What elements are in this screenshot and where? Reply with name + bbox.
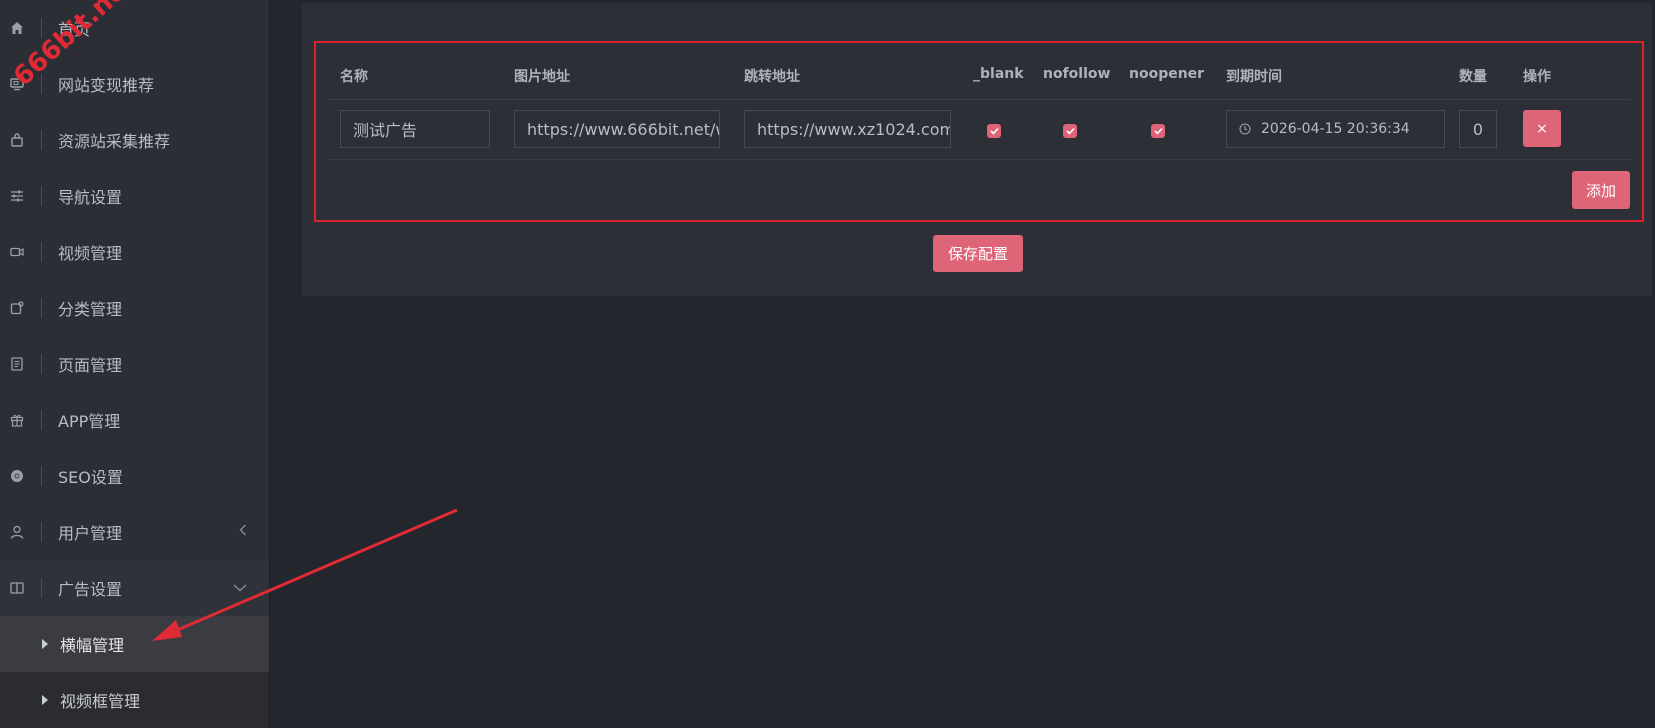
separator <box>41 186 42 206</box>
sidebar-item-label: 视频管理 <box>58 244 123 263</box>
sidebar-item-label: SEO设置 <box>58 468 123 487</box>
sidebar-item-category[interactable]: 分类管理 <box>0 280 269 336</box>
video-icon <box>9 244 25 260</box>
separator <box>41 354 42 374</box>
gift-icon <box>9 412 25 428</box>
sidebar-item-users[interactable]: 用户管理 <box>0 504 269 560</box>
sidebar-item-home[interactable]: 首页 <box>0 0 269 56</box>
sidebar-item-label: 导航设置 <box>58 188 123 207</box>
sidebar-item-pages[interactable]: 页面管理 <box>0 336 269 392</box>
sidebar-item-seo[interactable]: SEO设置 <box>0 448 269 504</box>
sidebar-item-collect[interactable]: 资源站采集推荐 <box>0 112 269 168</box>
blank-checkbox[interactable] <box>987 124 1001 138</box>
separator <box>41 410 42 430</box>
noopener-checkbox[interactable] <box>1151 124 1165 138</box>
table-header: 名称 图片地址 跳转地址 _blank nofollow noopener 到期… <box>316 43 1642 99</box>
add-row-button[interactable]: 添加 <box>1572 171 1630 209</box>
delete-row-button[interactable]: × <box>1523 110 1561 147</box>
sidebar-item-label: 首页 <box>58 20 91 39</box>
book-icon <box>9 580 25 596</box>
header-count: 数量 <box>1459 69 1487 85</box>
sidebar-item-video[interactable]: 视频管理 <box>0 224 269 280</box>
separator <box>41 578 42 598</box>
ad-table: 名称 图片地址 跳转地址 _blank nofollow noopener 到期… <box>314 41 1644 222</box>
header-actions: 操作 <box>1523 69 1551 85</box>
sidebar-item-label: APP管理 <box>58 412 121 431</box>
home-icon <box>9 20 25 36</box>
expire-datetime-input[interactable]: 2026-04-15 20:36:34 <box>1226 110 1445 148</box>
sidebar-subitem-banner[interactable]: 横幅管理 <box>0 616 269 672</box>
main-panel: 名称 图片地址 跳转地址 _blank nofollow noopener 到期… <box>302 3 1652 296</box>
count-input[interactable]: 0 <box>1459 110 1497 148</box>
user-icon <box>9 524 25 540</box>
chevron-down-icon <box>233 580 247 596</box>
separator <box>41 466 42 486</box>
sidebar-subitem-label: 横幅管理 <box>60 636 125 655</box>
header-expire: 到期时间 <box>1226 69 1282 85</box>
chrome-icon <box>9 468 25 484</box>
screen-icon <box>9 76 25 92</box>
separator <box>41 298 42 318</box>
expire-value: 2026-04-15 20:36:34 <box>1261 121 1410 137</box>
sidebar-item-label: 广告设置 <box>58 580 123 599</box>
header-name: 名称 <box>340 69 368 85</box>
sidebar-item-monetize[interactable]: 网站变现推荐 <box>0 56 269 112</box>
bag-icon <box>9 132 25 148</box>
divider <box>328 99 1630 100</box>
sidebar-item-label: 网站变现推荐 <box>58 76 155 95</box>
name-input[interactable]: 测试广告 <box>340 110 490 148</box>
separator <box>41 18 42 38</box>
save-config-button[interactable]: 保存配置 <box>933 235 1023 272</box>
sidebar-item-label: 资源站采集推荐 <box>58 132 171 151</box>
sidebar-item-ads[interactable]: 广告设置 <box>0 560 269 616</box>
separator <box>41 74 42 94</box>
sidebar-item-label: 页面管理 <box>58 356 123 375</box>
header-nofollow: nofollow <box>1043 66 1111 82</box>
sidebar-subitem-videobox[interactable]: 视频框管理 <box>0 672 269 728</box>
header-blank: _blank <box>973 66 1024 82</box>
caret-right-icon <box>42 695 48 705</box>
divider <box>328 159 1630 160</box>
clock-icon <box>1239 123 1251 135</box>
category-icon <box>9 300 25 316</box>
caret-right-icon <box>42 639 48 649</box>
nofollow-checkbox[interactable] <box>1063 124 1077 138</box>
separator <box>41 242 42 262</box>
separator <box>41 522 42 542</box>
sliders-icon <box>9 188 25 204</box>
sidebar-item-nav-settings[interactable]: 导航设置 <box>0 168 269 224</box>
header-image-url: 图片地址 <box>514 69 570 85</box>
image-url-input[interactable]: https://www.666bit.net/w <box>514 110 720 148</box>
sidebar: 首页 网站变现推荐 资源站采集推荐 导航设置 视频管理 分类管理 页面管理 AP… <box>0 0 270 728</box>
sidebar-subitem-label: 视频框管理 <box>60 692 141 711</box>
header-noopener: noopener <box>1129 66 1205 82</box>
header-link-url: 跳转地址 <box>744 69 800 85</box>
separator <box>41 130 42 150</box>
link-url-input[interactable]: https://www.xz1024.com/ <box>744 110 951 148</box>
sidebar-item-label: 分类管理 <box>58 300 123 319</box>
sidebar-item-app[interactable]: APP管理 <box>0 392 269 448</box>
page-icon <box>9 356 25 372</box>
sidebar-item-label: 用户管理 <box>58 524 123 543</box>
chevron-left-icon <box>239 524 247 540</box>
